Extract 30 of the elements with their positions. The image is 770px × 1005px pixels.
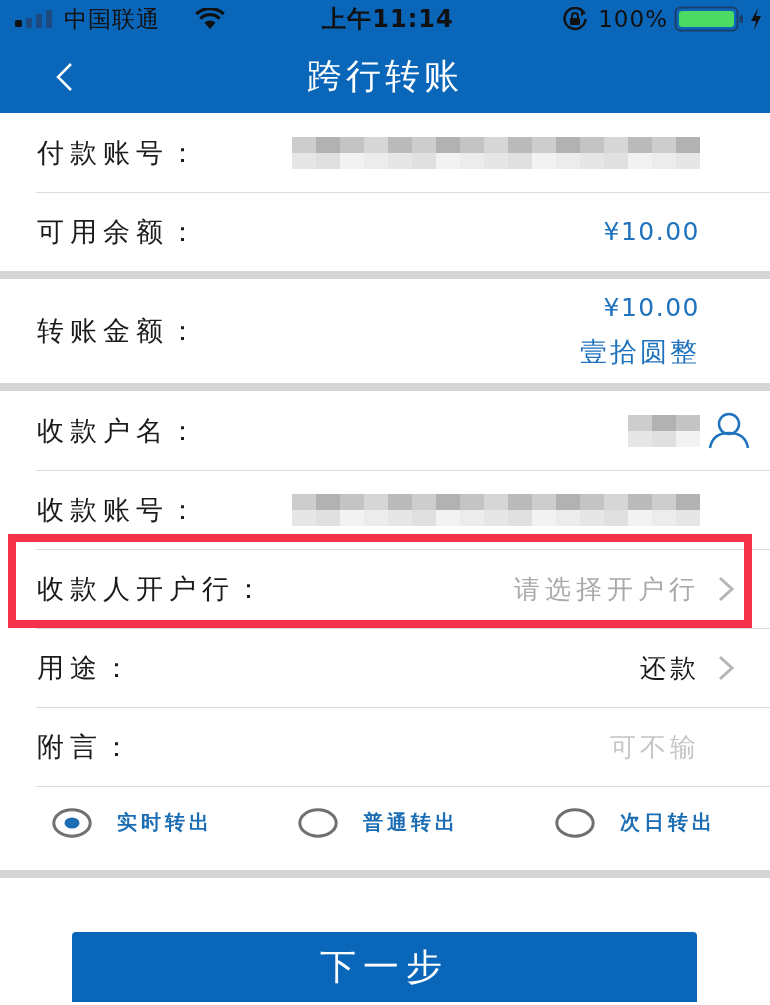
pixelated-redaction-drawing (628, 414, 700, 447)
chevron-right-icon (718, 655, 735, 681)
battery-percent: 100% (598, 6, 668, 32)
person-icon[interactable] (708, 411, 750, 450)
page-title: 跨行转账 (307, 55, 463, 98)
field-label: 可用余额： (37, 215, 202, 249)
charging-bolt-icon (750, 8, 762, 30)
next-button[interactable]: 下一步 (72, 932, 697, 1002)
remark-input[interactable]: 可不输 (340, 725, 700, 769)
amount-in-words: 壹拾圆整 (580, 335, 700, 369)
amount-value: ¥10.00 (603, 293, 700, 323)
field-label: 付款账号： (37, 135, 202, 170)
field-label: 用途： (37, 651, 136, 685)
field-label: 收款人开户行： (37, 572, 268, 606)
status-time: 上午11:14 (322, 4, 454, 35)
battery-icon (674, 6, 744, 32)
field-label: 转账金额： (37, 314, 202, 348)
field-label: 附言： (37, 730, 136, 764)
select-value[interactable]: 还款 (640, 650, 700, 686)
back-chevron-icon (55, 61, 73, 92)
chevron-right-icon (718, 576, 735, 602)
rotation-lock-icon (562, 7, 589, 31)
field-label: 收款户名： (37, 413, 202, 448)
wifi-icon (194, 8, 226, 30)
radio-option[interactable]: 普通转出 (298, 807, 459, 838)
amount-value: ¥10.00 (603, 217, 700, 247)
carrier-name: 中国联通 (64, 4, 160, 34)
radio-option[interactable]: 实时转出 (52, 807, 213, 838)
field-label: 收款账号： (37, 493, 202, 527)
radio-option[interactable]: 次日转出 (555, 807, 716, 838)
